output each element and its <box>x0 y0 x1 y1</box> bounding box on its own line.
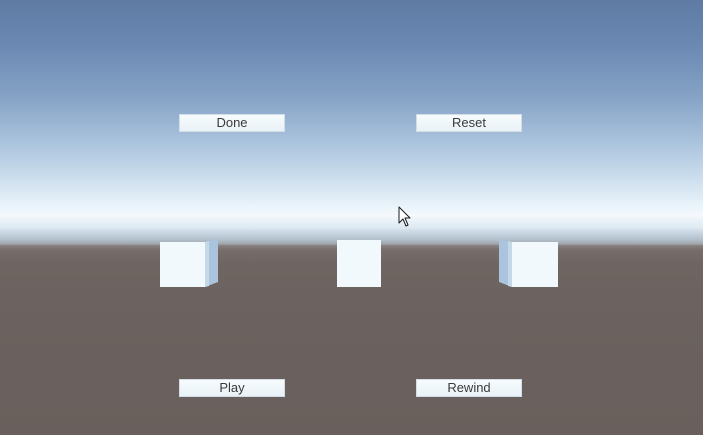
skybox <box>0 0 703 245</box>
cube-center-front <box>337 240 381 287</box>
game-viewport[interactable]: Done Reset Play Rewind <box>0 0 703 435</box>
cube-left-side-shade <box>205 241 209 287</box>
done-button[interactable]: Done <box>179 114 285 132</box>
cube-left-front <box>160 242 205 287</box>
mouse-pointer-icon <box>398 206 411 227</box>
rewind-button[interactable]: Rewind <box>416 379 522 397</box>
reset-button[interactable]: Reset <box>416 114 522 132</box>
cube-left <box>160 239 218 287</box>
cube-right-front <box>512 242 558 287</box>
cube-center <box>337 240 381 287</box>
cube-right <box>499 239 558 287</box>
play-button[interactable]: Play <box>179 379 285 397</box>
cube-right-side-shade <box>508 241 512 287</box>
